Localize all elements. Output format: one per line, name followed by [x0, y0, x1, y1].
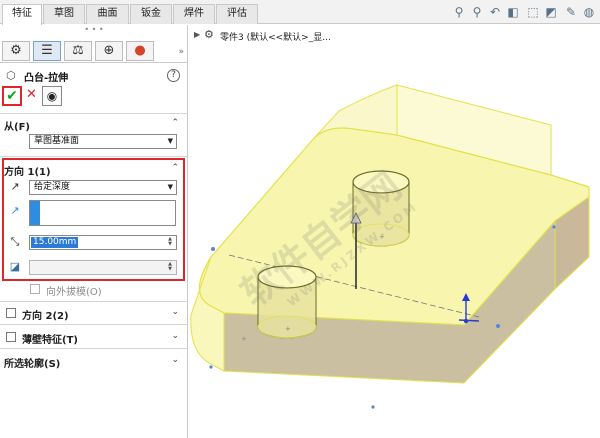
expand-chevron-icon[interactable]: ⌄	[171, 355, 179, 365]
color-wheel-icon: ●	[134, 43, 146, 58]
draft-angle-input[interactable]: ▲ ▼	[29, 260, 177, 275]
panel-grip[interactable]: • • •	[0, 25, 188, 35]
thin-feature-option[interactable]: 薄壁特征(T)	[6, 331, 156, 346]
direction-vector-icon: ↗	[10, 204, 20, 217]
center-mark: +	[285, 325, 291, 333]
sketch-point	[211, 247, 215, 251]
zoom-to-fit-icon[interactable]: ⚲	[452, 5, 466, 19]
sketch-point	[496, 324, 500, 328]
thin-feature-checkbox[interactable]	[6, 332, 16, 342]
expand-chevron-icon[interactable]: ⌄	[171, 331, 179, 341]
tab-sketch[interactable]: 草图	[43, 4, 85, 24]
separator	[0, 113, 188, 114]
separator	[0, 156, 188, 157]
separator	[0, 301, 188, 302]
direction2-option[interactable]: 方向 2(2)	[6, 307, 156, 322]
property-manager-panel: • • • ⚙ ☰ ⚖ ⊕ ● » ⬡ 凸台-拉伸 ? ✔ ✕ ◉ 从(F) ⌃…	[0, 25, 188, 438]
dropdown-arrow-icon: ▼	[167, 137, 173, 145]
sketch-point	[209, 365, 213, 369]
end-condition-select[interactable]: 给定深度 ▼	[29, 180, 177, 195]
manager-tabs: ⚙ ☰ ⚖ ⊕ ● »	[0, 37, 188, 63]
draft-outward-checkbox[interactable]	[30, 284, 40, 294]
eye-icon: ◉	[46, 89, 58, 103]
command-manager-tabbar: 特征 草图 曲面 钣金 焊件 评估 ⚲ ⚲ ↶ ◧ ⬚ ◩ ✎ ◍	[0, 0, 600, 25]
draft-icon[interactable]: ◪	[6, 259, 24, 275]
previous-view-icon[interactable]: ↶	[488, 5, 502, 19]
tab-sheet-metal[interactable]: 钣金	[130, 4, 172, 24]
from-section-title[interactable]: 从(F)	[4, 118, 30, 133]
draft-outward-label: 向外拔模(O)	[46, 287, 102, 298]
breadcrumb-expand-icon[interactable]: ▶	[194, 30, 200, 39]
feature-tree-icon: ⚙	[10, 43, 22, 58]
collapse-chevron-icon[interactable]: ⌃	[171, 118, 179, 128]
tab-evaluate[interactable]: 评估	[216, 4, 258, 24]
direction-selection-box[interactable]	[29, 200, 176, 226]
display-style-icon[interactable]: ◩	[544, 5, 558, 19]
from-condition-value: 草图基准面	[34, 136, 80, 146]
cancel-button[interactable]: ✕	[26, 87, 37, 102]
direction1-section-title[interactable]: 方向 1(1)	[4, 163, 51, 178]
origin-x-axis	[458, 319, 480, 322]
display-manager-tab[interactable]: ●	[126, 41, 154, 61]
dimxpert-manager-tab[interactable]: ⊕	[95, 41, 123, 61]
expand-chevron-icon[interactable]: ⌄	[171, 307, 179, 317]
origin-point	[463, 318, 469, 324]
sketch-point	[552, 225, 556, 229]
dropdown-arrow-icon: ▼	[167, 183, 173, 191]
selected-contours-title[interactable]: 所选轮廓(S)	[4, 355, 60, 370]
sketch-point	[371, 405, 375, 409]
end-condition-value: 给定深度	[34, 182, 71, 192]
ok-button[interactable]: ✔	[2, 86, 22, 106]
separator	[0, 348, 188, 349]
reverse-direction-icon[interactable]: ↗	[6, 179, 24, 195]
appearance-icon[interactable]: ◍	[582, 5, 596, 19]
hide-show-icon[interactable]: ✎	[564, 5, 578, 19]
crosshair-icon: ⊕	[103, 43, 115, 58]
draft-outward-option[interactable]: 向外拔模(O)	[30, 283, 150, 298]
breadcrumb[interactable]: 零件3 (默认<<默认>_显...	[220, 30, 331, 43]
spin-buttons-icon[interactable]: ▲ ▼	[165, 262, 175, 273]
tab-features[interactable]: 特征	[2, 4, 42, 25]
separator	[0, 324, 188, 325]
property-manager-tab[interactable]: ☰	[33, 41, 61, 61]
depth-value: 15.00mm	[31, 237, 79, 248]
depth-input[interactable]: 15.00mm ▲ ▼	[29, 235, 177, 250]
thin-feature-label: 薄壁特征(T)	[22, 335, 78, 346]
depth-icon: ⤡	[10, 235, 20, 248]
tab-weldments[interactable]: 焊件	[173, 4, 215, 24]
boss-extrude-icon: ⬡	[6, 69, 16, 82]
feature-title: 凸台-拉伸	[24, 73, 69, 84]
selection-focus-bar	[30, 201, 40, 225]
from-condition-select[interactable]: 草图基准面 ▼	[29, 134, 177, 149]
configuration-manager-tab[interactable]: ⚖	[64, 41, 92, 61]
model-view[interactable]: + + + 软件自学网 WWW.RJZXW.COM	[189, 25, 600, 438]
zoom-area-icon[interactable]: ⚲	[470, 5, 484, 19]
feature-manager-tab[interactable]: ⚙	[2, 41, 30, 61]
spin-buttons-icon[interactable]: ▲ ▼	[165, 237, 175, 248]
tabs-overflow-icon[interactable]: »	[178, 47, 184, 57]
direction2-label: 方向 2(2)	[22, 311, 69, 322]
back-face[interactable]	[314, 84, 398, 138]
detailed-preview-button[interactable]: ◉	[42, 86, 62, 106]
configuration-icon: ⚖	[72, 43, 84, 58]
collapse-chevron-icon[interactable]: ⌃	[171, 163, 179, 173]
heads-up-view-toolbar: ⚲ ⚲ ↶ ◧ ⬚ ◩ ✎ ◍	[452, 5, 600, 21]
view-orientation-icon[interactable]: ⬚	[526, 5, 540, 19]
direction2-checkbox[interactable]	[6, 308, 16, 318]
property-list-icon: ☰	[41, 43, 53, 58]
center-mark: +	[241, 335, 247, 343]
graphics-viewport[interactable]: + + + 软件自学网 WWW.RJZXW.COM	[189, 25, 600, 438]
feature-header: ⬡ 凸台-拉伸 ?	[4, 69, 184, 84]
section-view-icon[interactable]: ◧	[506, 5, 520, 19]
help-icon[interactable]: ?	[167, 69, 180, 82]
part-icon: ⚙	[204, 28, 214, 41]
tab-surfaces[interactable]: 曲面	[86, 4, 129, 24]
